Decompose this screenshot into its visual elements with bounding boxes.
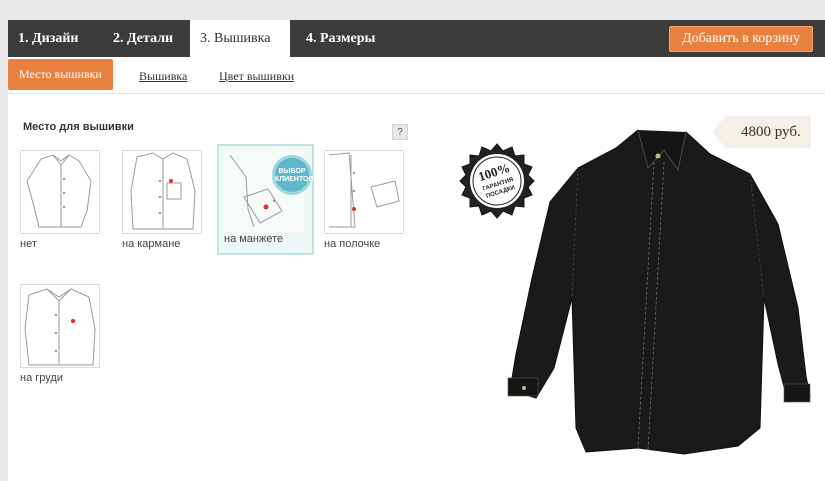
tab-embroidery[interactable]: 3. Вышивка xyxy=(190,20,290,57)
shirt-sketch-icon xyxy=(24,288,96,366)
option-label: нет xyxy=(20,238,37,250)
shirt-thumbnail-cuff: ВЫБОР КЛИЕНТОВ xyxy=(224,149,314,233)
shirt-thumbnail-placket xyxy=(324,150,404,234)
shirt-product-image xyxy=(507,129,811,455)
shirt-sketch-icon xyxy=(328,152,400,228)
help-button[interactable]: ? xyxy=(392,124,408,140)
customer-choice-badge: ВЫБОР КЛИЕНТОВ xyxy=(272,155,314,195)
option-chest[interactable]: на груди xyxy=(20,284,116,402)
subtab-embroidery-place[interactable]: Место вышивки xyxy=(8,59,113,90)
shirt-thumbnail-chest xyxy=(20,284,100,368)
option-label: на груди xyxy=(20,372,63,384)
tab-details[interactable]: 2. Детали xyxy=(103,20,183,57)
top-nav: 1. Дизайн 2. Детали 3. Вышивка 4. Размер… xyxy=(8,20,825,57)
guarantee-seal: 100% ГАРАНТИЯ ПОСАДКИ xyxy=(458,142,536,220)
shirt-thumbnail-none xyxy=(20,150,100,234)
seal-badge-icon: 100% ГАРАНТИЯ ПОСАДКИ xyxy=(459,143,535,219)
tab-design[interactable]: 1. Дизайн xyxy=(8,20,88,57)
option-label: на кармане xyxy=(122,238,181,250)
shirt-thumbnail-pocket xyxy=(122,150,202,234)
subtab-embroidery[interactable]: Вышивка xyxy=(139,64,187,88)
sub-nav: Место вышивки Вышивка Цвет вышивки xyxy=(8,57,825,94)
subtab-embroidery-color[interactable]: Цвет вышивки xyxy=(219,64,294,88)
option-label: на полочке xyxy=(324,238,381,250)
add-to-cart-button[interactable]: Добавить в корзину xyxy=(669,26,813,52)
option-placket[interactable]: на полочке xyxy=(324,150,420,268)
app-frame: 1. Дизайн 2. Детали 3. Вышивка 4. Размер… xyxy=(8,20,825,481)
shirt-sketch-icon xyxy=(130,152,196,230)
section-title: Место для вышивки xyxy=(23,121,134,133)
shirt-sketch-icon xyxy=(26,154,92,228)
tab-sizes[interactable]: 4. Размеры xyxy=(296,20,385,57)
option-cuff[interactable]: ВЫБОР КЛИЕНТОВ на манжете xyxy=(217,144,314,255)
option-pocket[interactable]: на кармане xyxy=(122,150,218,268)
option-none[interactable]: нет xyxy=(20,150,116,268)
option-label: на манжете xyxy=(224,233,284,245)
